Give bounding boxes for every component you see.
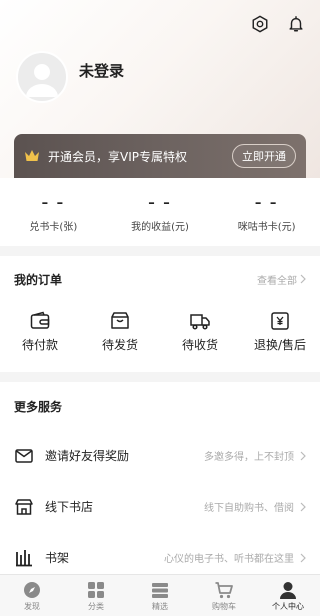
service-desc: 多邀多得，上不封顶: [204, 452, 294, 463]
view-all-orders-link[interactable]: 查看全部: [257, 272, 306, 287]
wallet-icon: [30, 311, 50, 329]
stat-value: – –: [148, 196, 172, 211]
layers-icon: [152, 583, 168, 598]
bottom-tab-bar: 发现 分类 精选 购物车 个人中心: [0, 574, 320, 616]
orders-section: 我的订单 查看全部 待付款 待发货 待收货 退换/售后: [0, 256, 320, 372]
tab-label: 个人中心: [272, 602, 304, 611]
chevron-right-icon: [300, 502, 306, 511]
vip-banner[interactable]: 开通会员，享VIP专属特权 立即开通: [14, 134, 306, 178]
stat-label: 咪咕书卡(元): [237, 222, 296, 233]
box-icon: [111, 312, 129, 329]
chevron-right-icon: [300, 553, 306, 562]
tab-profile[interactable]: 个人中心: [256, 575, 320, 616]
tab-label: 精选: [152, 602, 168, 611]
bell-icon[interactable]: [286, 14, 306, 34]
service-offline-store[interactable]: 线下书店 线下自助购书、借阅: [0, 481, 320, 532]
order-pending-shipment[interactable]: 待发货: [80, 302, 160, 353]
refund-icon: [271, 312, 289, 330]
services-section: 更多服务 邀请好友得奖励 多邀多得，上不封顶 线下书店 线下自助购书、借阅 书架…: [0, 382, 320, 574]
orders-title: 我的订单: [14, 272, 63, 287]
tab-cart[interactable]: 购物车: [192, 575, 256, 616]
stat-label: 兑书卡(张): [29, 222, 78, 233]
vip-promo-text: 开通会员，享VIP专属特权: [48, 149, 187, 164]
stats-panel: – – 兑书卡(张) – – 我的收益(元) – – 咪咕书卡(元): [0, 178, 320, 246]
avatar[interactable]: [16, 51, 68, 103]
tab-category[interactable]: 分类: [64, 575, 128, 616]
service-desc: 心仪的电子书、听书都在这里: [164, 554, 294, 565]
order-label: 退换/售后: [253, 338, 307, 352]
tab-featured[interactable]: 精选: [128, 575, 192, 616]
order-label: 待付款: [21, 338, 58, 352]
login-status[interactable]: 未登录: [79, 60, 124, 81]
view-all-label: 查看全部: [257, 275, 297, 287]
order-pending-payment[interactable]: 待付款: [0, 302, 80, 353]
vip-open-button[interactable]: 立即开通: [232, 144, 296, 168]
crown-icon: [25, 150, 39, 161]
stat-value: – –: [41, 196, 66, 211]
compass-icon: [24, 582, 40, 598]
service-desc: 线下自助购书、借阅: [204, 503, 294, 514]
tab-label: 购物车: [212, 602, 236, 611]
settings-hex-icon[interactable]: [250, 14, 270, 34]
stat-card-coupons[interactable]: – – 兑书卡(张): [0, 178, 107, 246]
order-after-sales[interactable]: 退换/售后: [240, 302, 320, 353]
header-actions: [250, 14, 306, 34]
service-bookshelf[interactable]: 书架 心仪的电子书、听书都在这里: [0, 532, 320, 574]
tab-label: 分类: [88, 602, 104, 611]
chevron-right-icon: [300, 451, 306, 460]
order-label: 待发货: [101, 338, 138, 352]
default-avatar-icon: [26, 64, 58, 97]
services-title: 更多服务: [14, 399, 63, 414]
truck-icon: [190, 314, 210, 330]
stat-value: – –: [254, 196, 279, 211]
user-icon: [280, 582, 296, 599]
store-icon: [15, 498, 33, 515]
cart-icon: [215, 582, 233, 599]
grid-icon: [88, 582, 104, 598]
service-label: 书架: [45, 551, 70, 565]
stat-label: 我的收益(元): [131, 222, 189, 233]
service-label: 线下书店: [45, 500, 94, 514]
order-pending-receipt[interactable]: 待收货: [160, 302, 240, 353]
bookshelf-icon: [16, 549, 32, 566]
chevron-right-icon: [300, 274, 306, 284]
service-label: 邀请好友得奖励: [45, 449, 130, 463]
tab-label: 发现: [24, 602, 40, 611]
tab-discover[interactable]: 发现: [0, 575, 64, 616]
stat-migu-card[interactable]: – – 咪咕书卡(元): [213, 178, 320, 246]
stat-earnings[interactable]: – – 我的收益(元): [107, 178, 214, 246]
order-label: 待收货: [181, 338, 218, 352]
mail-icon: [15, 448, 33, 463]
service-invite-friends[interactable]: 邀请好友得奖励 多邀多得，上不封顶: [0, 430, 320, 481]
